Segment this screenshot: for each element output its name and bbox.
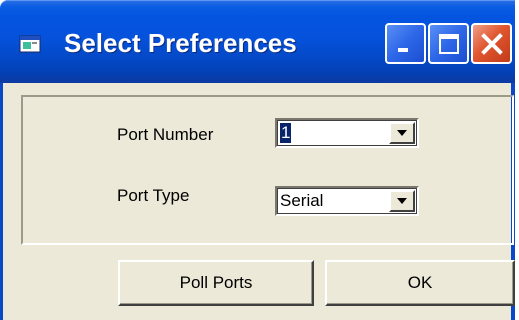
title-bar[interactable]: Select Preferences [0, 0, 515, 83]
minimize-button[interactable] [385, 23, 426, 64]
window-title: Select Preferences [64, 28, 297, 58]
port-type-combobox[interactable]: Serial [275, 186, 419, 216]
port-number-dropdown-button[interactable] [389, 122, 415, 144]
chevron-down-icon [397, 130, 407, 136]
chevron-down-icon [397, 198, 407, 204]
ok-button[interactable]: OK [325, 260, 515, 306]
port-number-combobox[interactable]: 1 [275, 118, 419, 148]
minimize-icon [397, 47, 408, 52]
preferences-group-panel [21, 95, 514, 245]
select-preferences-window: Select Preferences Port Number 1 Port Ty… [0, 0, 519, 320]
port-type-label: Port Type [117, 186, 190, 205]
port-type-dropdown-button[interactable] [389, 190, 415, 212]
port-number-label: Port Number [117, 125, 214, 144]
close-button[interactable] [471, 23, 512, 64]
maximize-button[interactable] [428, 23, 469, 64]
dialog-body: Port Number 1 Port Type Serial Poll Port… [0, 83, 515, 320]
port-type-value: Serial [280, 191, 324, 210]
app-window-icon [19, 35, 41, 53]
maximize-icon [438, 33, 459, 54]
close-icon [480, 32, 503, 55]
poll-ports-button[interactable]: Poll Ports [118, 260, 314, 306]
port-number-value: 1 [280, 123, 292, 143]
